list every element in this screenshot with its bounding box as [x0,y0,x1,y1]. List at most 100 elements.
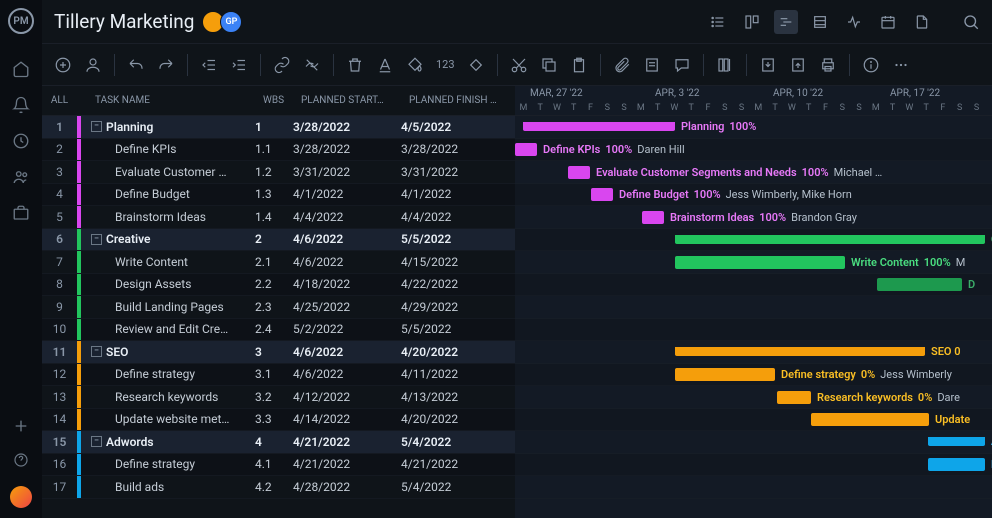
task-row[interactable]: 11−SEO34/6/20224/20/2022 [42,341,515,364]
text-style-icon[interactable] [376,56,394,74]
comment-icon[interactable] [673,56,691,74]
gantt-row[interactable] [515,296,992,319]
task-name-cell[interactable]: Evaluate Customer … [81,165,249,179]
col-all[interactable]: ALL [42,95,77,106]
fill-icon[interactable] [406,56,424,74]
gantt-bar[interactable]: Define strategy [928,458,985,471]
task-name-cell[interactable]: Brainstorm Ideas [81,210,249,224]
task-row[interactable]: 15−Adwords44/21/20225/4/2022 [42,431,515,454]
app-logo[interactable]: PM [8,8,34,34]
start-cell[interactable]: 4/21/2022 [287,457,395,471]
finish-cell[interactable]: 4/1/2022 [395,187,507,201]
task-row[interactable]: 8Design Assets2.24/18/20224/22/2022 [42,274,515,297]
start-cell[interactable]: 4/18/2022 [287,277,395,291]
col-task-name[interactable]: TASK NAME [89,95,257,106]
milestone-icon[interactable] [467,56,485,74]
list-view-icon[interactable] [706,10,730,34]
gantt-row[interactable]: Evaluate Customer Segments and Needs100%… [515,161,992,184]
task-name-cell[interactable]: Define strategy [81,457,249,471]
task-row[interactable]: 5Brainstorm Ideas1.44/4/20224/4/2022 [42,206,515,229]
finish-cell[interactable]: 4/11/2022 [395,367,507,381]
task-row[interactable]: 4Define Budget1.34/1/20224/1/2022 [42,184,515,207]
start-cell[interactable]: 4/12/2022 [287,390,395,404]
gantt-bar[interactable]: Adwords [928,437,985,446]
finish-cell[interactable]: 4/15/2022 [395,255,507,269]
board-view-icon[interactable] [740,10,764,34]
task-name-cell[interactable]: −Adwords [81,435,249,449]
start-cell[interactable]: 4/28/2022 [287,480,395,494]
gantt-bar[interactable]: Planning100% [523,122,675,131]
task-name-cell[interactable]: Build Landing Pages [81,300,249,314]
gantt-bar[interactable]: Define Budget100%Jess Wimberly, Mike Hor… [591,188,613,201]
info-icon[interactable] [862,56,880,74]
assign-icon[interactable] [84,56,102,74]
task-row[interactable]: 6−Creative24/6/20225/5/2022 [42,229,515,252]
task-row[interactable]: 13Research keywords3.24/12/20224/13/2022 [42,386,515,409]
task-name-cell[interactable]: Define strategy [81,367,249,381]
task-row[interactable]: 17Build ads4.24/28/20225/4/2022 [42,476,515,499]
start-cell[interactable]: 4/6/2022 [287,367,395,381]
start-cell[interactable]: 4/4/2022 [287,210,395,224]
task-row[interactable]: 3Evaluate Customer …1.23/31/20223/31/202… [42,161,515,184]
gantt-bar[interactable]: Update [811,413,929,426]
activity-icon[interactable] [842,10,866,34]
outdent-icon[interactable] [200,56,218,74]
task-row[interactable]: 1−Planning13/28/20224/5/2022 [42,116,515,139]
redo-icon[interactable] [157,56,175,74]
task-row[interactable]: 14Update website met…3.34/14/20224/20/20… [42,409,515,432]
indent-icon[interactable] [230,56,248,74]
task-row[interactable]: 2Define KPIs1.13/28/20223/28/2022 [42,139,515,162]
gantt-bar[interactable]: Write Content100%M [675,256,845,269]
link-icon[interactable] [273,56,291,74]
task-name-cell[interactable]: Review and Edit Cre… [81,322,249,336]
start-cell[interactable]: 3/31/2022 [287,165,395,179]
finish-cell[interactable]: 4/20/2022 [395,412,507,426]
start-cell[interactable]: 5/2/2022 [287,322,395,336]
gantt-bar[interactable]: Brainstorm Ideas100%Brandon Gray [642,211,664,224]
cut-icon[interactable] [510,56,528,74]
gantt-bar[interactable]: Research keywords0%Dare [777,391,811,404]
sheet-view-icon[interactable] [808,10,832,34]
import-icon[interactable] [759,56,777,74]
home-icon[interactable] [12,60,30,78]
start-cell[interactable]: 4/6/2022 [287,255,395,269]
gantt-bar[interactable]: Creative100% [675,235,985,244]
gantt-row[interactable]: SEO 0 [515,341,992,364]
start-cell[interactable]: 4/14/2022 [287,412,395,426]
gantt-row[interactable]: Update [515,409,992,432]
collapse-icon[interactable]: − [91,436,102,447]
gantt-row[interactable]: Planning100% [515,116,992,139]
collapse-icon[interactable]: − [91,121,102,132]
undo-icon[interactable] [127,56,145,74]
user-avatar[interactable] [10,486,32,508]
gantt-bar[interactable]: SEO 0 [675,347,925,356]
gantt-row[interactable]: Write Content100%M [515,251,992,274]
briefcase-icon[interactable] [12,204,30,222]
task-name-cell[interactable]: −SEO [81,345,249,359]
add-task-icon[interactable] [54,56,72,74]
start-cell[interactable]: 3/28/2022 [287,120,395,134]
collapse-icon[interactable]: − [91,234,102,245]
gantt-chart[interactable]: MAR, 27 '22APR, 3 '22APR, 10 '22APR, 17 … [515,86,992,518]
col-wbs[interactable]: WBS [257,95,295,106]
gantt-view-icon[interactable] [774,10,798,34]
start-cell[interactable]: 4/6/2022 [287,232,395,246]
finish-cell[interactable]: 4/21/2022 [395,457,507,471]
unlink-icon[interactable] [303,56,321,74]
clock-icon[interactable] [12,132,30,150]
search-icon[interactable] [962,13,980,31]
export-icon[interactable] [789,56,807,74]
gantt-row[interactable]: Define KPIs100%Daren Hill [515,139,992,162]
start-cell[interactable]: 4/1/2022 [287,187,395,201]
plus-icon[interactable] [13,418,29,434]
finish-cell[interactable]: 3/31/2022 [395,165,507,179]
bell-icon[interactable] [12,96,30,114]
task-name-cell[interactable]: Research keywords [81,390,249,404]
finish-cell[interactable]: 5/5/2022 [395,232,507,246]
gantt-row[interactable]: Adwords [515,431,992,454]
finish-cell[interactable]: 5/4/2022 [395,435,507,449]
finish-cell[interactable]: 4/22/2022 [395,277,507,291]
finish-cell[interactable]: 4/4/2022 [395,210,507,224]
member-avatars[interactable]: GP [206,11,242,33]
task-name-cell[interactable]: −Creative [81,232,249,246]
